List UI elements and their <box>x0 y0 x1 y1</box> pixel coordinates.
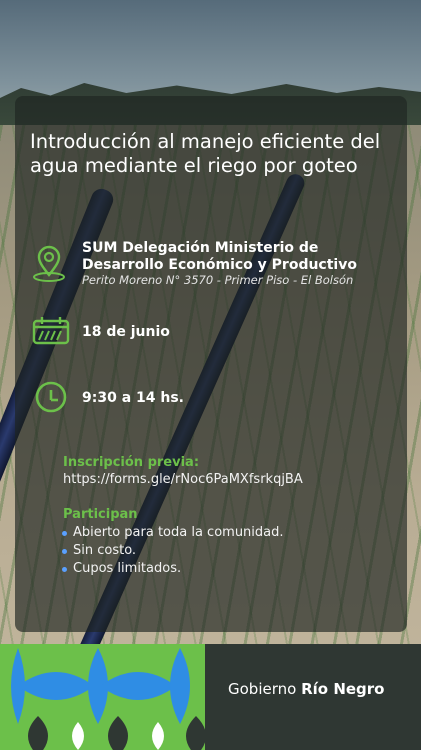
registration-label: Inscripción previa: <box>63 455 200 470</box>
government-logo: Gobierno Río Negro <box>228 680 385 698</box>
event-title: Introducción al manejo eficiente del agu… <box>30 130 381 177</box>
bullet-dot <box>62 566 67 572</box>
list-item: Sin costo. <box>62 542 284 560</box>
calendar-icon <box>31 316 71 350</box>
bullet-dot <box>62 530 67 536</box>
location-address: Perito Moreno N° 3570 - Primer Piso - El… <box>82 273 354 287</box>
participants-label: Participan <box>63 507 138 522</box>
event-date: 18 de junio <box>82 324 170 340</box>
list-item: Abierto para toda la comunidad. <box>62 524 284 542</box>
location-name: SUM Delegación Ministerio de Desarrollo … <box>82 240 357 273</box>
location-pin-icon <box>32 244 66 286</box>
list-item: Cupos limitados. <box>62 560 284 578</box>
participants-list: Abierto para toda la comunidad. Sin cost… <box>62 524 284 578</box>
bullet-dot <box>62 548 67 554</box>
registration-link[interactable]: https://forms.gle/rNoc6PaMXfsrkqjBA <box>63 472 303 487</box>
decorative-pattern <box>0 644 205 750</box>
event-time: 9:30 a 14 hs. <box>82 390 184 406</box>
clock-icon <box>34 380 68 418</box>
